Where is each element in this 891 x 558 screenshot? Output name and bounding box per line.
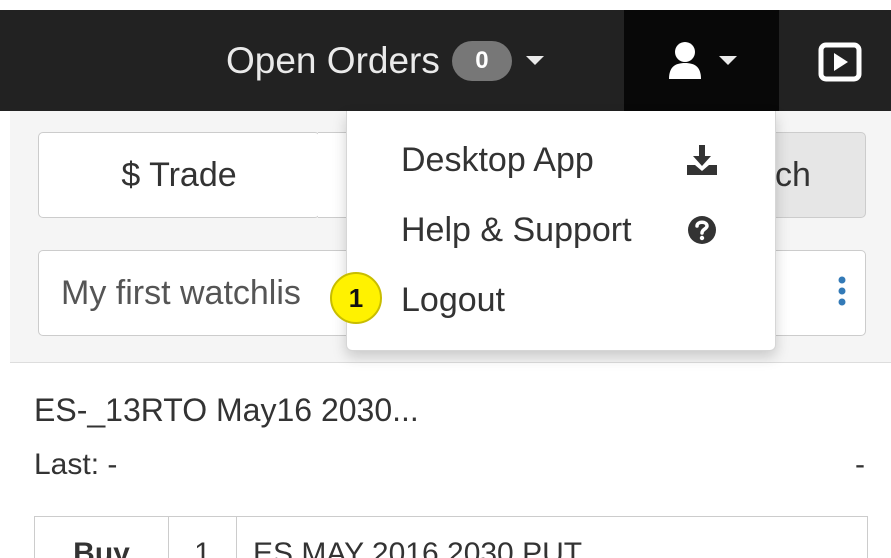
order-quantity: 1: [169, 517, 237, 558]
open-orders-label: Open Orders: [226, 39, 440, 81]
user-icon: [668, 41, 701, 79]
menu-item-label: Help & Support: [401, 210, 632, 249]
instrument-title: ES-_13RTO May16 2030...: [34, 392, 419, 428]
annotation-marker: 1: [330, 272, 382, 324]
menu-item-label: Logout: [401, 280, 505, 319]
annotation-marker-number: 1: [348, 282, 364, 313]
menu-item-help-support[interactable]: Help & Support: [347, 199, 777, 261]
order-row[interactable]: Buy 1 ES MAY 2016 2030 PUT: [34, 516, 868, 558]
open-orders-dropdown[interactable]: Open Orders 0: [226, 10, 544, 111]
search-button[interactable]: ch: [762, 132, 866, 218]
caret-down-icon: [525, 56, 544, 65]
menu-item-label: Desktop App: [401, 140, 594, 179]
user-menu-button[interactable]: [624, 10, 779, 111]
watchlist-value: My first watchlis: [61, 273, 301, 312]
caret-down-icon: [718, 56, 737, 65]
menu-item-desktop-app[interactable]: Desktop App: [347, 129, 777, 191]
open-orders-count-badge: 0: [451, 40, 512, 81]
order-side[interactable]: Buy: [35, 517, 169, 558]
question-circle-icon: [688, 216, 716, 244]
trade-button[interactable]: $ Trade: [38, 132, 320, 218]
user-dropdown-menu: Desktop App Help & Support Logout: [346, 111, 776, 351]
trade-button-label: $ Trade: [121, 155, 237, 194]
last-price-label: Last: -: [34, 448, 118, 481]
menu-item-logout[interactable]: Logout: [347, 269, 777, 331]
order-description: ES MAY 2016 2030 PUT: [253, 537, 583, 558]
download-icon: [687, 145, 717, 175]
search-button-label: ch: [775, 155, 811, 194]
last-price-value: -: [855, 448, 865, 481]
vertical-ellipsis-icon[interactable]: [832, 274, 852, 310]
play-square-icon[interactable]: [818, 42, 862, 82]
